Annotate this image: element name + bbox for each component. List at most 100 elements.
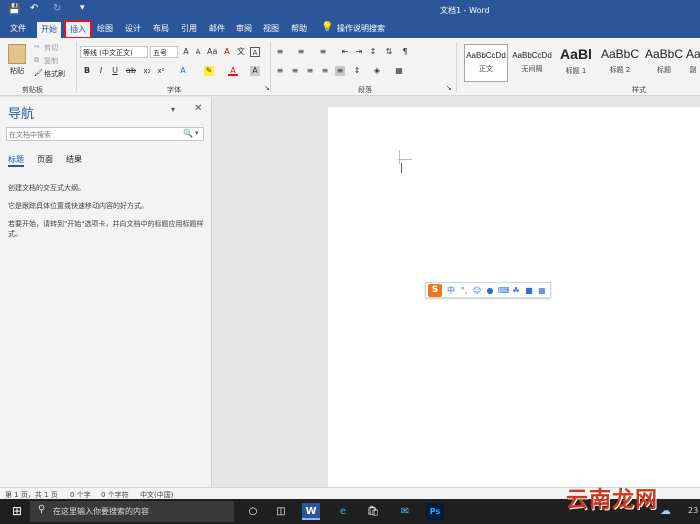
weather-icon[interactable]: ☁ [660, 504, 671, 517]
change-case-icon[interactable]: Aa [207, 47, 217, 57]
tab-pages[interactable]: 页面 [37, 154, 53, 165]
save-icon[interactable]: 💾 [8, 4, 20, 15]
tab-insert[interactable]: 插入 [64, 20, 92, 39]
tab-home[interactable]: 开始 [37, 22, 61, 38]
chevron-down-icon[interactable]: ▾ [195, 129, 199, 137]
style-heading-2[interactable]: AaBbC 标题 2 [598, 44, 642, 82]
numbering-icon[interactable]: ≡ [296, 47, 306, 57]
grow-font-icon[interactable]: A [181, 47, 191, 57]
tab-mailings[interactable]: 邮件 [209, 23, 225, 34]
margin-mark [399, 150, 400, 164]
windows-start-icon[interactable]: ⊞ [8, 503, 26, 520]
italic-icon[interactable]: I [96, 66, 106, 76]
bold-icon[interactable]: B [82, 66, 92, 76]
close-icon[interactable]: ✕ [194, 103, 202, 114]
tab-draw[interactable]: 绘图 [97, 23, 113, 34]
toolbox-icon[interactable]: ▦ [537, 285, 547, 296]
edge-icon[interactable]: e [334, 503, 352, 520]
borders-icon[interactable]: ▦ [394, 66, 404, 76]
multilevel-list-icon[interactable]: ≡ [318, 47, 328, 57]
tab-layout[interactable]: 布局 [153, 23, 169, 34]
store-icon[interactable]: 🛍 [364, 503, 382, 520]
paste-button[interactable]: 粘贴 [10, 66, 24, 76]
clear-formatting-icon[interactable]: A [222, 47, 232, 57]
nav-search-input[interactable] [9, 129, 179, 140]
redo-icon[interactable]: ↻ [53, 3, 61, 14]
ime-toolbar[interactable]: S 中 °, ☺ ● ⌨ ☘ ■ ▦ [425, 282, 551, 298]
phonetic-guide-icon[interactable]: 文 [236, 47, 246, 57]
font-name-value: 等线 (中文正文) [83, 49, 133, 57]
font-color-icon[interactable]: A [228, 66, 238, 76]
style-no-spacing[interactable]: AaBbCcDd 无间隔 [510, 44, 554, 82]
punctuation-icon[interactable]: °, [459, 285, 469, 296]
strikethrough-icon[interactable]: ab [126, 66, 136, 76]
underline-icon[interactable]: U [110, 66, 120, 76]
photoshop-icon[interactable]: Ps [426, 503, 444, 520]
style-title[interactable]: AaBbC 标题 [642, 44, 686, 82]
tab-file[interactable]: 文件 [10, 23, 26, 34]
chinese-layout-icon[interactable]: ↕ [368, 47, 378, 57]
tab-help[interactable]: 帮助 [291, 23, 307, 34]
word-app-icon[interactable]: W [302, 503, 320, 520]
justify-icon[interactable]: ≡ [320, 66, 330, 76]
paragraph-dialog-launcher-icon[interactable]: ↘ [446, 84, 452, 92]
character-border-icon[interactable]: A [250, 47, 260, 57]
show-marks-icon[interactable]: ¶ [400, 47, 410, 57]
tab-references[interactable]: 引用 [181, 23, 197, 34]
tab-results[interactable]: 结果 [66, 154, 82, 165]
chinese-mode-icon[interactable]: 中 [446, 285, 456, 296]
document-page[interactable] [328, 107, 700, 492]
undo-icon[interactable]: ↶ [30, 3, 38, 14]
cortana-icon[interactable]: ○ [244, 503, 262, 520]
shirt-icon[interactable]: ■ [524, 285, 534, 296]
tab-headings[interactable]: 标题 [8, 154, 24, 165]
font-name-combo[interactable]: 等线 (中文正文) [80, 46, 148, 58]
microphone-icon[interactable]: ● [485, 285, 495, 296]
cut-button[interactable]: 剪切 [44, 43, 58, 53]
distributed-icon[interactable]: ≡ [335, 66, 345, 76]
highlight-icon[interactable]: ✎ [204, 66, 214, 76]
copy-button[interactable]: 复制 [44, 56, 58, 66]
watermark-logo: 云南龙网 [566, 488, 659, 513]
style-heading-1[interactable]: AaBl 标题 1 [554, 44, 598, 82]
sort-icon[interactable]: ⇅ [384, 47, 394, 57]
align-right-icon[interactable]: ≡ [305, 66, 315, 76]
tell-me-search[interactable]: 操作说明搜索 [337, 23, 385, 34]
paste-icon[interactable] [8, 44, 26, 64]
shading-icon[interactable]: ◈ [372, 66, 382, 76]
align-left-icon[interactable]: ≡ [275, 66, 285, 76]
clock[interactable]: 23 [688, 506, 698, 515]
emoji-icon[interactable]: ☺ [472, 285, 482, 296]
skin-icon[interactable]: ☘ [511, 285, 521, 296]
sogou-logo-icon[interactable]: S [428, 284, 442, 297]
nav-search-box[interactable]: 🔍 ▾ [6, 127, 204, 141]
tab-view[interactable]: 视图 [263, 23, 279, 34]
format-painter-button[interactable]: 格式刷 [44, 69, 65, 79]
tab-design[interactable]: 设计 [125, 23, 141, 34]
align-center-icon[interactable]: ≡ [290, 66, 300, 76]
font-group-label: 字体 [167, 86, 181, 94]
bullets-icon[interactable]: ≡ [275, 47, 285, 57]
mail-icon[interactable]: ✉ [396, 503, 414, 520]
nav-options-icon[interactable]: ▾ [171, 105, 175, 114]
keyboard-icon[interactable]: ⌨ [498, 285, 510, 296]
superscript-icon[interactable]: x² [156, 66, 166, 76]
increase-indent-icon[interactable]: ⇥ [354, 47, 364, 57]
text-effects-icon[interactable]: A [178, 66, 188, 76]
taskbar-search[interactable]: ⚲ 在这里输入你要搜索的内容 [30, 501, 234, 522]
font-size-combo[interactable]: 五号 [150, 46, 178, 58]
line-spacing-icon[interactable]: ⇕ [352, 66, 362, 76]
style-normal[interactable]: AaBbCcDd 正文 [464, 44, 508, 82]
search-icon: ⚲ [38, 504, 46, 515]
subscript-icon[interactable]: x₂ [142, 66, 152, 76]
task-view-icon[interactable]: ◫ [272, 503, 290, 520]
character-shading-icon[interactable]: A [250, 66, 260, 76]
tab-review[interactable]: 审阅 [236, 23, 252, 34]
style-subtitle[interactable]: Aa 副 [686, 44, 700, 82]
search-icon[interactable]: 🔍 [183, 129, 193, 138]
customize-qat-icon[interactable]: ▾ [80, 3, 85, 13]
font-dialog-launcher-icon[interactable]: ↘ [264, 84, 270, 92]
style-name: 副 [689, 66, 697, 74]
shrink-font-icon[interactable]: A [193, 47, 203, 57]
decrease-indent-icon[interactable]: ⇤ [340, 47, 350, 57]
